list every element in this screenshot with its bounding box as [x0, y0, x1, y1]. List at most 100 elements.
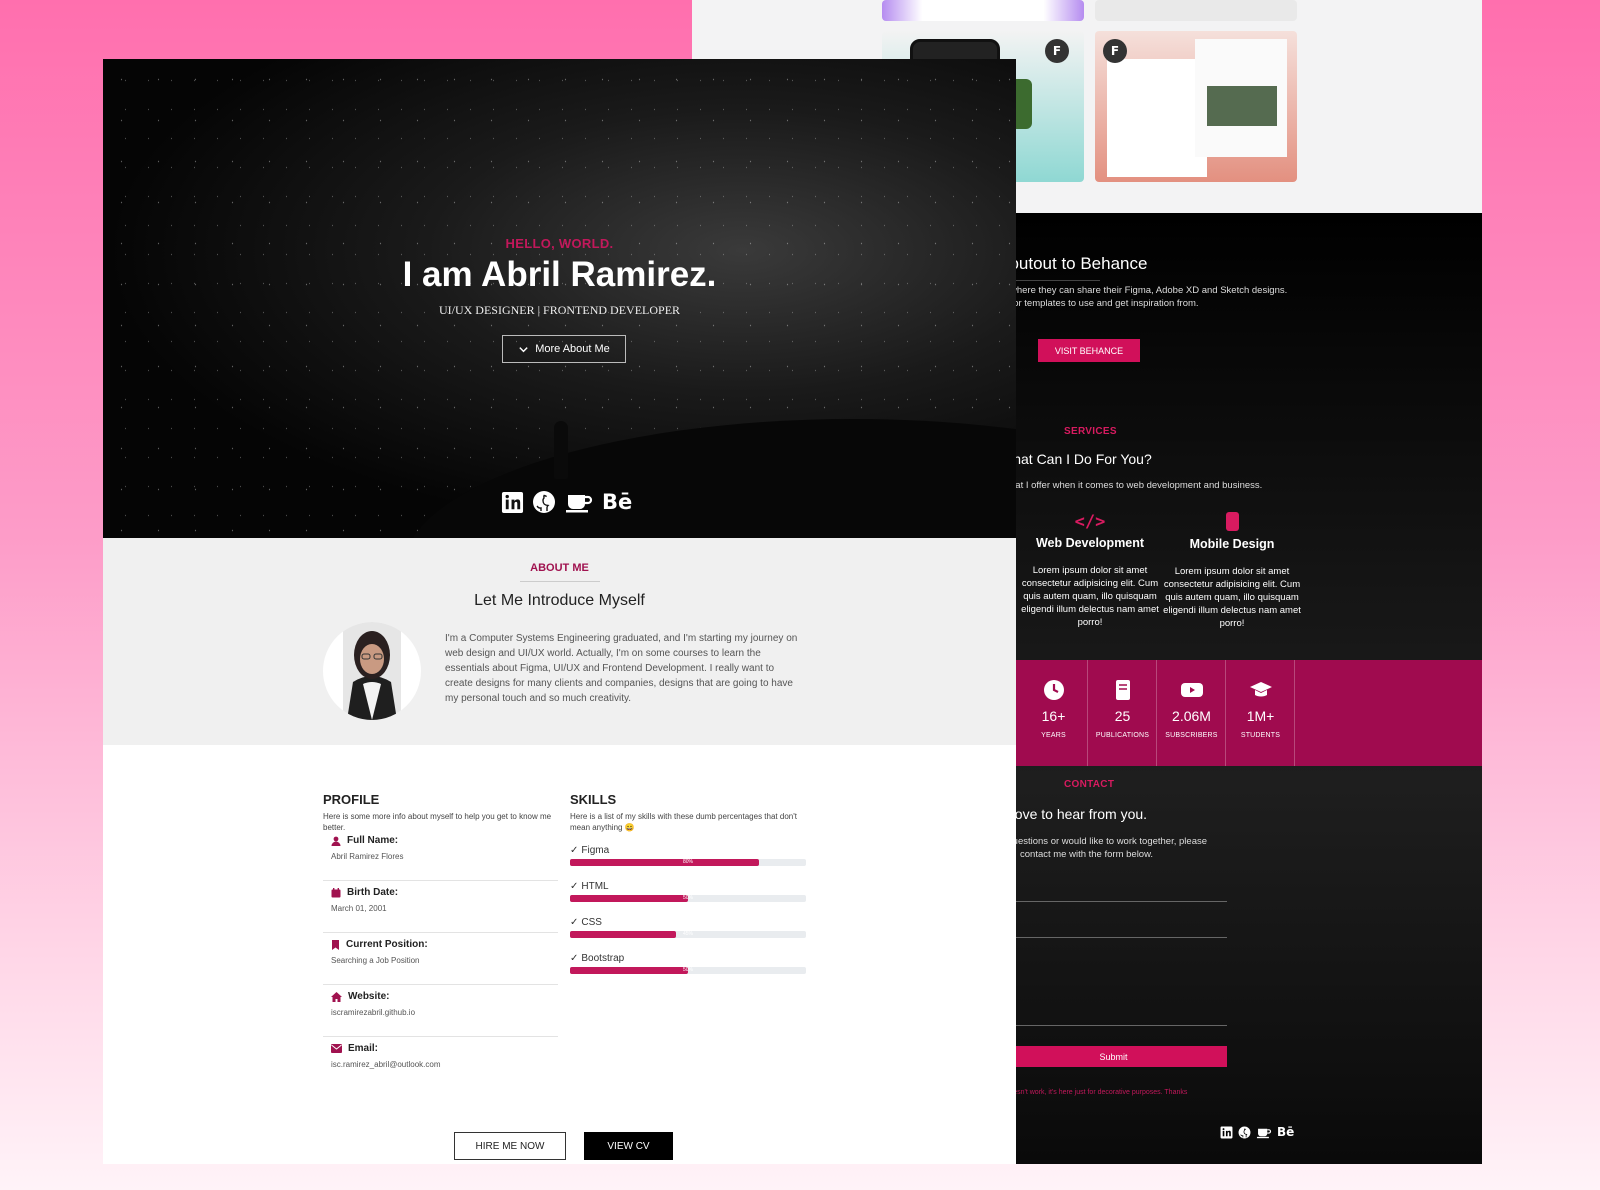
contact-note: y doesn't work, it's here just for decor…: [1000, 1089, 1188, 1096]
calendar-icon: [331, 887, 341, 897]
linkedin-icon[interactable]: [1220, 1126, 1233, 1139]
behance-icon[interactable]: Bē: [1277, 1125, 1294, 1139]
skill-bar: 45%: [570, 931, 806, 938]
hero-section: HELLO, WORLD. I am Abril Ramirez. UI/UX …: [103, 59, 1016, 538]
stat-students: 1M+ STUDENTS: [1227, 660, 1295, 766]
hero-greeting: HELLO, WORLD.: [505, 236, 614, 251]
hero-social-links: Bē: [501, 490, 632, 514]
profile-value: March 01, 2001: [331, 904, 387, 913]
stat-label: YEARS: [1041, 732, 1066, 739]
skill-percent: 50%: [682, 895, 693, 901]
profile-skills-section: PROFILE Here is some more info about mys…: [103, 745, 1016, 1164]
skill-name: HTML: [581, 881, 609, 892]
coffee-icon[interactable]: [1256, 1126, 1272, 1139]
profile-value: Searching a Job Position: [331, 956, 420, 965]
book-icon: [1115, 680, 1130, 700]
check-icon: ✓: [570, 917, 579, 928]
behance-title: houtout to Behance: [1000, 254, 1148, 273]
avatar: [323, 622, 421, 720]
stat-value: 25: [1114, 708, 1131, 724]
skill-name: Figma: [581, 845, 610, 856]
profile-value[interactable]: iscramirezabril.github.io: [331, 1008, 415, 1017]
profile-row-email: Email: isc.ramirez_abril@outlook.com: [323, 1037, 558, 1089]
youtube-icon: [1180, 683, 1203, 697]
services-text: s that I offer when it comes to web deve…: [1000, 480, 1263, 491]
view-cv-button[interactable]: VIEW CV: [584, 1132, 673, 1160]
service-text: Lorem ipsum dolor sit amet consectetur a…: [1163, 566, 1301, 629]
right-page-preview: houtout to Behance s, where they can sha…: [1000, 213, 1482, 1164]
portfolio-thumb[interactable]: [882, 0, 1084, 21]
skill-percent: 50%: [682, 967, 693, 973]
profile-row-birth-date: Birth Date: March 01, 2001: [323, 881, 558, 933]
github-icon[interactable]: [532, 490, 556, 514]
profile-value[interactable]: isc.ramirez_abril@outlook.com: [331, 1060, 441, 1069]
visit-behance-button[interactable]: VISIT BEHANCE: [1038, 339, 1140, 362]
contact-message-field[interactable]: [1000, 1025, 1227, 1026]
skills-intro: Here is a list of my skills with these d…: [570, 812, 797, 832]
profile-photo: [343, 622, 401, 720]
contact-text-2: contact me with the form below.: [1020, 849, 1154, 860]
check-icon: ✓: [570, 881, 579, 892]
skill-bootstrap: ✓ Bootstrap 50%: [570, 953, 806, 974]
skill-html: ✓ HTML 50%: [570, 881, 806, 902]
figma-icon: F: [1045, 39, 1069, 63]
service-web-development: </> Web Development Lorem ipsum dolor si…: [1020, 512, 1160, 629]
footer-social: Bē: [1220, 1125, 1294, 1139]
profile-heading: PROFILE: [323, 792, 380, 807]
hire-me-button[interactable]: HIRE ME NOW: [454, 1132, 566, 1160]
profile-row-full-name: Full Name: Abril Ramirez Flores: [323, 829, 558, 881]
behance-text: s, where they can share their Figma, Ado…: [1000, 285, 1288, 296]
behance-icon[interactable]: Bē: [602, 490, 632, 514]
more-about-me-button[interactable]: More About Me: [502, 335, 626, 363]
services-label: SERVICES: [1064, 426, 1117, 437]
stat-value: 2.06M: [1172, 708, 1211, 724]
profile-row-website: Website: iscramirezabril.github.io: [323, 985, 558, 1037]
stat-label: SUBSCRIBERS: [1165, 732, 1218, 739]
about-label: ABOUT ME: [530, 562, 589, 574]
figma-icon: F: [1103, 39, 1127, 63]
contact-email-field[interactable]: [1000, 937, 1227, 938]
about-section: ABOUT ME Let Me Introduce Myself I'm a C…: [103, 538, 1016, 745]
service-title: Web Development: [1035, 536, 1145, 550]
skill-percent: 80%: [682, 859, 693, 865]
check-icon: ✓: [570, 953, 579, 964]
stat-subscribers: 2.06M SUBSCRIBERS: [1158, 660, 1226, 766]
services-title: What Can I Do For You?: [1000, 451, 1152, 467]
clock-icon: [1043, 680, 1064, 700]
linkedin-icon[interactable]: [501, 491, 524, 514]
mobile-icon: [1225, 512, 1239, 531]
skill-bar: 50%: [570, 967, 806, 974]
stat-publications: 25 PUBLICATIONS: [1089, 660, 1157, 766]
home-icon: [331, 991, 342, 1002]
profile-key: Current Position:: [346, 939, 428, 950]
behance-text-2: ut for templates to use and get inspirat…: [1000, 298, 1199, 309]
hero-name: I am Abril Ramirez.: [402, 255, 717, 294]
hero-role: UI/UX DESIGNER | FRONTEND DEVELOPER: [438, 303, 681, 317]
skill-css: ✓ CSS 45%: [570, 917, 806, 938]
code-icon: </>: [1074, 512, 1106, 532]
stats-bar: 16+ YEARS 25 PUBLICATIONS 2.06M SUBSCRIB…: [1000, 660, 1482, 766]
more-about-me-label: More About Me: [535, 343, 610, 355]
submit-button[interactable]: Submit: [1000, 1046, 1227, 1067]
about-text: I'm a Computer Systems Engineering gradu…: [445, 633, 798, 704]
stat-label: PUBLICATIONS: [1095, 732, 1150, 739]
profile-key: Email:: [348, 1043, 379, 1054]
profile-key: Birth Date:: [347, 887, 399, 898]
graduation-cap-icon: [1249, 682, 1272, 697]
contact-text: y questions or would like to work togeth…: [1000, 836, 1208, 847]
service-text: Lorem ipsum dolor sit amet consectetur a…: [1021, 565, 1159, 628]
stat-value: 1M+: [1246, 708, 1275, 724]
contact-name-field[interactable]: [1000, 901, 1227, 902]
skill-bar: 80%: [570, 859, 806, 866]
profile-key: Website:: [348, 991, 390, 1002]
chevron-down-icon: [519, 346, 528, 352]
service-mobile-design: Mobile Design Lorem ipsum dolor sit amet…: [1162, 512, 1302, 630]
bookmark-icon: [332, 939, 339, 950]
about-title: Let Me Introduce Myself: [474, 592, 645, 609]
portfolio-thumb[interactable]: [1095, 0, 1297, 21]
portfolio-thumb[interactable]: F: [1095, 31, 1297, 182]
skill-figma: ✓ Figma 80%: [570, 845, 806, 866]
github-icon[interactable]: [1238, 1126, 1251, 1139]
coffee-icon[interactable]: [564, 490, 594, 514]
skill-bar: 50%: [570, 895, 806, 902]
